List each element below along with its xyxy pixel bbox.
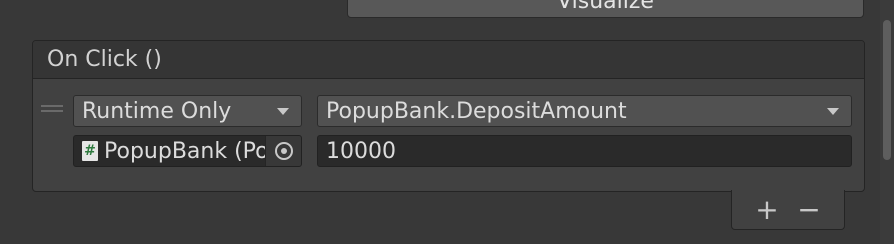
remove-listener-button[interactable]: − xyxy=(797,195,820,224)
object-picker-button[interactable] xyxy=(265,136,301,166)
target-object-field[interactable]: # PopupBank (Po xyxy=(73,135,302,167)
target-picker-icon xyxy=(274,142,293,160)
script-icon: # xyxy=(82,141,98,161)
visualize-button-label: Visualize xyxy=(557,0,654,14)
method-value: PopupBank.DepositAmount xyxy=(326,98,627,124)
event-title: On Click () xyxy=(47,47,162,72)
drag-handle-icon[interactable] xyxy=(41,105,63,113)
scrollbar[interactable] xyxy=(880,0,894,244)
call-state-value: Runtime Only xyxy=(82,98,232,124)
method-dropdown[interactable]: PopupBank.DepositAmount xyxy=(317,95,852,127)
call-state-dropdown[interactable]: Runtime Only xyxy=(73,95,302,127)
list-footer: + − xyxy=(731,190,845,230)
visualize-button[interactable]: Visualize xyxy=(347,0,864,18)
on-click-event-panel: On Click () Runtime Only PopupBank.Depos… xyxy=(32,40,865,192)
argument-value: 10000 xyxy=(326,138,396,164)
dropdown-arrow-icon xyxy=(277,108,289,115)
add-listener-button[interactable]: + xyxy=(755,195,778,224)
target-object-label: PopupBank (Po xyxy=(104,138,269,164)
scrollbar-thumb[interactable] xyxy=(883,20,891,160)
dropdown-arrow-icon xyxy=(827,108,839,115)
argument-value-input[interactable]: 10000 xyxy=(317,135,852,167)
event-header: On Click () xyxy=(33,41,864,79)
